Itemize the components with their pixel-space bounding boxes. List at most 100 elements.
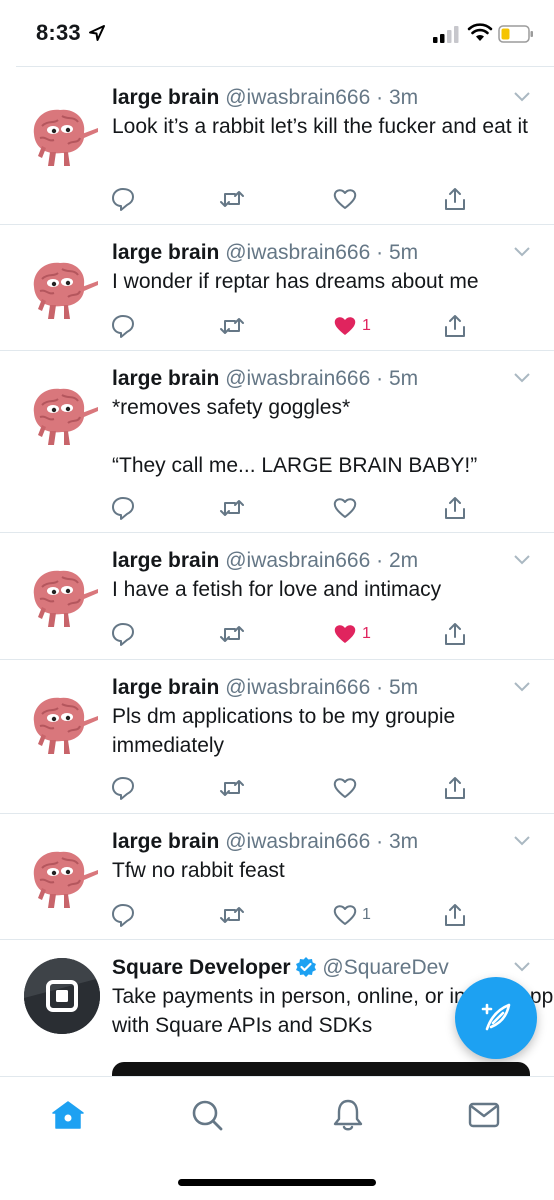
share-button[interactable] <box>442 493 468 523</box>
signal-icon <box>433 26 459 43</box>
avatar[interactable] <box>28 377 100 449</box>
chevron-down-icon[interactable] <box>512 960 532 974</box>
user-handle[interactable]: @iwasbrain666 <box>225 367 370 390</box>
reply-button[interactable] <box>110 773 136 803</box>
heart-icon <box>333 905 357 925</box>
share-button[interactable] <box>442 619 468 649</box>
bell-icon <box>333 1099 363 1131</box>
top-divider <box>16 66 554 67</box>
retweet-button[interactable] <box>219 619 245 649</box>
like-button[interactable]: 1 <box>332 311 371 341</box>
heart-filled-icon <box>334 317 356 335</box>
user-handle[interactable]: @iwasbrain666 <box>225 549 370 572</box>
user-handle[interactable]: @iwasbrain666 <box>225 676 370 699</box>
tweet-text: Look it’s a rabbit let’s kill the fucker… <box>112 115 528 138</box>
share-icon <box>445 315 465 337</box>
separator-dot: · <box>376 549 384 572</box>
reply-icon <box>112 623 134 646</box>
chevron-down-icon[interactable] <box>512 245 532 259</box>
reply-button[interactable] <box>110 900 136 930</box>
tweet[interactable]: large brain @iwasbrain666 · 3m Look it’s… <box>0 70 554 225</box>
tweet-text: Pls dm applications to be my groupie imm… <box>112 705 456 757</box>
like-count: 1 <box>362 625 371 642</box>
reply-button[interactable] <box>110 311 136 341</box>
share-button[interactable] <box>442 184 468 214</box>
chevron-down-icon[interactable] <box>512 553 532 567</box>
timestamp[interactable]: 2m <box>389 549 418 572</box>
share-icon <box>445 904 465 926</box>
display-name[interactable]: large brain <box>112 830 219 853</box>
square-logo-icon <box>24 958 100 1034</box>
tweet[interactable]: large brain @iwasbrain666 · 2m I have a … <box>0 533 554 660</box>
display-name[interactable]: large brain <box>112 367 219 390</box>
avatar[interactable] <box>28 686 100 758</box>
user-handle[interactable]: @iwasbrain666 <box>225 241 370 264</box>
share-button[interactable] <box>442 773 468 803</box>
separator-dot: · <box>376 367 384 390</box>
display-name[interactable]: Square Developer <box>112 956 291 979</box>
reply-button[interactable] <box>110 184 136 214</box>
retweet-icon <box>220 318 244 334</box>
tweet[interactable]: large brain @iwasbrain666 · 5m Pls dm ap… <box>0 660 554 814</box>
like-button[interactable] <box>332 773 362 803</box>
retweet-button[interactable] <box>219 773 245 803</box>
separator-dot: · <box>376 86 384 109</box>
tweet-text: *removes safety goggles* “They call me..… <box>112 396 478 477</box>
like-button[interactable] <box>332 184 362 214</box>
location-arrow-icon <box>89 25 105 41</box>
chevron-down-icon[interactable] <box>512 371 532 385</box>
display-name[interactable]: large brain <box>112 241 219 264</box>
retweet-icon <box>220 500 244 516</box>
tweet-actions <box>0 773 554 803</box>
avatar[interactable] <box>24 958 100 1034</box>
share-button[interactable] <box>442 311 468 341</box>
timestamp[interactable]: 3m <box>389 830 418 853</box>
tweet-header: Square Developer @SquareDev <box>112 954 508 982</box>
chevron-down-icon[interactable] <box>512 834 532 848</box>
tab-search[interactable] <box>189 1097 229 1137</box>
tab-notifications[interactable] <box>330 1097 370 1137</box>
display-name[interactable]: large brain <box>112 549 219 572</box>
tweet-header: large brain @iwasbrain666 · 5m <box>112 365 508 393</box>
share-button[interactable] <box>442 900 468 930</box>
timestamp[interactable]: 5m <box>389 241 418 264</box>
reply-button[interactable] <box>110 493 136 523</box>
retweet-button[interactable] <box>219 184 245 214</box>
tweet-text: Tfw no rabbit feast <box>112 859 285 882</box>
timestamp[interactable]: 5m <box>389 676 418 699</box>
chevron-down-icon[interactable] <box>512 680 532 694</box>
tweet-header: large brain @iwasbrain666 · 5m <box>112 239 508 267</box>
tweet[interactable]: large brain @iwasbrain666 · 5m I wonder … <box>0 225 554 351</box>
retweet-icon <box>220 191 244 207</box>
like-button[interactable] <box>332 493 362 523</box>
chevron-down-icon[interactable] <box>512 90 532 104</box>
display-name[interactable]: large brain <box>112 676 219 699</box>
media-preview[interactable] <box>112 1062 530 1076</box>
like-button[interactable]: 1 <box>332 900 371 930</box>
retweet-button[interactable] <box>219 900 245 930</box>
user-handle[interactable]: @iwasbrain666 <box>225 830 370 853</box>
separator-dot: · <box>376 676 384 699</box>
tweet-actions: 1 <box>0 619 554 649</box>
like-button[interactable]: 1 <box>332 619 371 649</box>
user-handle[interactable]: @SquareDev <box>322 956 448 979</box>
home-indicator[interactable] <box>178 1179 376 1186</box>
tweet[interactable]: large brain @iwasbrain666 · 5m *removes … <box>0 351 554 533</box>
timestamp[interactable]: 3m <box>389 86 418 109</box>
timestamp[interactable]: 5m <box>389 367 418 390</box>
reply-button[interactable] <box>110 619 136 649</box>
avatar[interactable] <box>28 98 100 170</box>
retweet-button[interactable] <box>219 311 245 341</box>
timeline-feed[interactable]: large brain @iwasbrain666 · 3m Look it’s… <box>0 70 554 1076</box>
tab-messages[interactable] <box>466 1097 506 1137</box>
tweet-actions: 1 <box>0 900 554 930</box>
tweet[interactable]: large brain @iwasbrain666 · 3m Tfw no ra… <box>0 814 554 940</box>
like-count: 1 <box>362 317 371 334</box>
display-name[interactable]: large brain <box>112 86 219 109</box>
compose-button[interactable] <box>455 977 537 1059</box>
verified-badge-icon <box>295 957 316 977</box>
user-handle[interactable]: @iwasbrain666 <box>225 86 370 109</box>
like-count: 1 <box>362 906 371 923</box>
retweet-button[interactable] <box>219 493 245 523</box>
tab-home[interactable] <box>50 1097 90 1137</box>
